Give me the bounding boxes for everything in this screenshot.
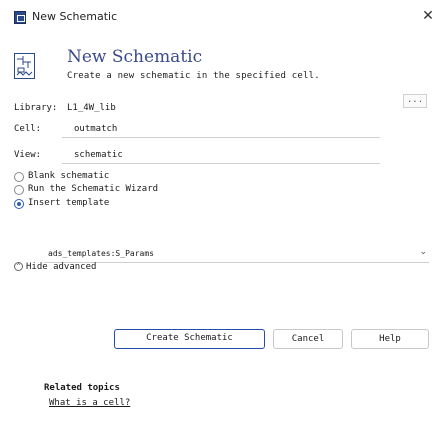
schematic-app-icon: [14, 11, 26, 24]
cell-label: Cell:: [14, 124, 42, 134]
radio-label-blank-schematic: Blank schematic: [28, 171, 110, 181]
close-icon[interactable]: ✕: [420, 8, 436, 24]
page-title: New Schematic: [67, 47, 203, 67]
view-field[interactable]: schematic: [74, 150, 123, 160]
radio-blank-schematic[interactable]: [14, 172, 24, 182]
radio-insert-template[interactable]: [14, 199, 24, 209]
create-schematic-button[interactable]: Create Schematic: [114, 329, 265, 349]
cell-field[interactable]: outmatch: [74, 124, 117, 134]
collapse-icon: ^: [14, 262, 23, 271]
template-select[interactable]: ads_templates:S_Params ⌄: [44, 246, 429, 263]
window-title: New Schematic: [32, 10, 118, 23]
schematic-document-icon: [14, 53, 35, 79]
help-button[interactable]: Help: [351, 329, 429, 349]
radio-label-schematic-wizard: Run the Schematic Wizard: [28, 184, 159, 194]
template-value: ads_templates:S_Params: [48, 249, 154, 258]
hide-advanced-label: Hide advanced: [26, 262, 97, 272]
chevron-down-icon[interactable]: ⌄: [419, 247, 427, 257]
cell-field-underline: [62, 137, 380, 138]
browse-button[interactable]: ...: [403, 94, 427, 108]
what-is-a-cell-link[interactable]: What is a cell?: [49, 398, 130, 408]
related-topics-heading: Related topics: [44, 383, 120, 393]
radio-schematic-wizard[interactable]: [14, 185, 24, 195]
title-bar: New Schematic ✕: [0, 0, 445, 36]
cancel-button[interactable]: Cancel: [273, 329, 343, 349]
library-value: L1_4W_lib: [67, 103, 116, 113]
library-label: Library:: [14, 103, 58, 113]
view-label: View:: [14, 150, 42, 160]
page-subtitle: Create a new schematic in the specified …: [67, 71, 320, 81]
radio-label-insert-template: Insert template: [28, 198, 110, 208]
view-field-underline: [62, 163, 380, 164]
